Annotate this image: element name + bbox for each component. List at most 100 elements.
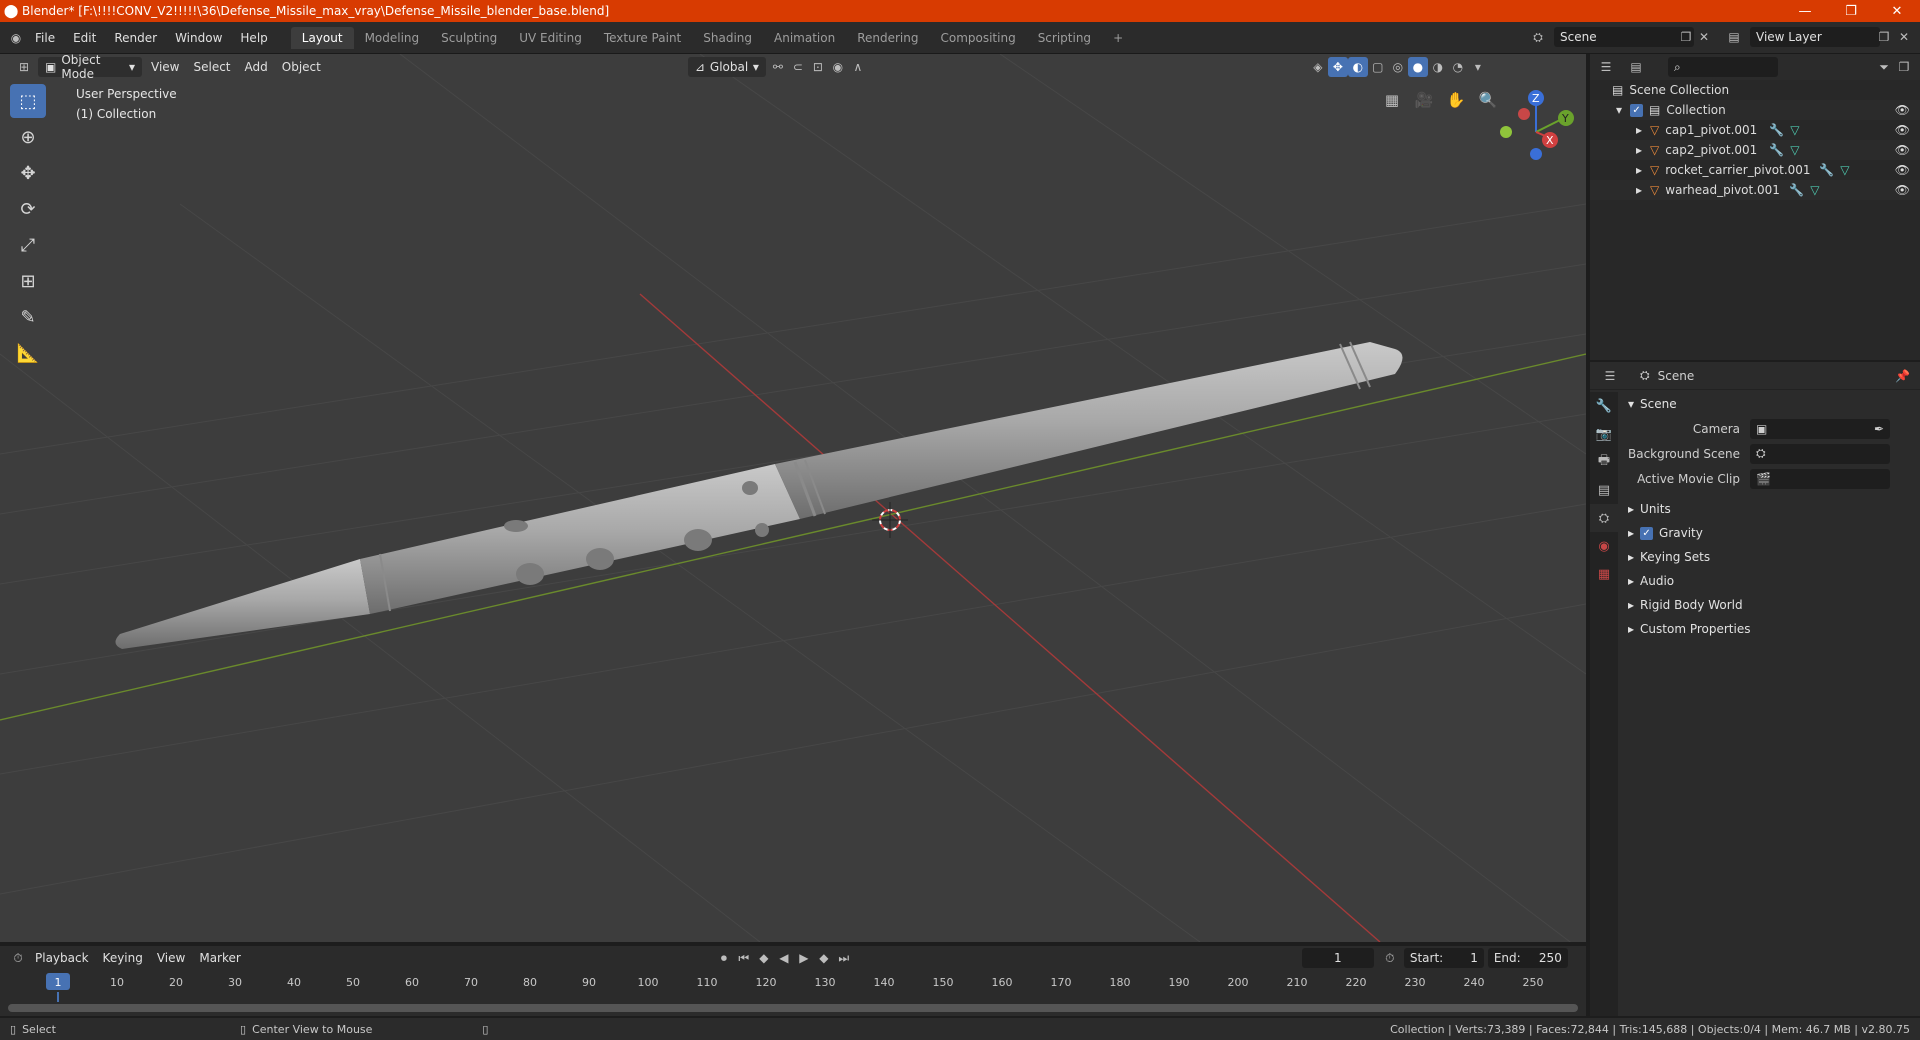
output-tab-icon[interactable]: 🖶 <box>1590 448 1618 476</box>
outliner-object[interactable]: ▸ ▽ cap2_pivot.001 🔧 ▽ 👁 <box>1590 140 1920 160</box>
vp-menu-add[interactable]: Add <box>238 60 275 74</box>
tab-texture-paint[interactable]: Texture Paint <box>593 27 692 49</box>
tab-compositing[interactable]: Compositing <box>929 27 1026 49</box>
expand-arrow-icon[interactable]: ▾ <box>1616 103 1622 117</box>
pivot-point-icon[interactable]: ⚯ <box>768 57 788 77</box>
minimize-button[interactable]: — <box>1782 0 1828 22</box>
world-tab-icon[interactable]: ◉ <box>1590 532 1618 560</box>
orientation-dropdown[interactable]: ⊿ Global ▾ <box>687 57 766 77</box>
annotate-tool-icon[interactable]: ✎ <box>10 300 46 334</box>
vp-menu-view[interactable]: View <box>144 60 186 74</box>
eye-icon[interactable]: 👁 <box>1895 183 1910 197</box>
record-icon[interactable]: ⏺ <box>714 948 734 968</box>
collection-checkbox[interactable]: ✓ <box>1630 103 1644 117</box>
tab-modeling[interactable]: Modeling <box>354 27 431 49</box>
tl-menu-marker[interactable]: Marker <box>192 951 247 965</box>
filter-icon[interactable]: ⏷ <box>1874 57 1894 77</box>
view-layer-icon[interactable]: ▤ <box>1724 27 1744 47</box>
tool-tab-icon[interactable]: 🔧 <box>1590 392 1618 420</box>
grid-view-icon[interactable]: ▦ <box>1378 86 1406 114</box>
play-icon[interactable]: ▶ <box>794 948 814 968</box>
proportional-edit-icon[interactable]: ◉ <box>828 57 848 77</box>
outliner-editor-icon[interactable]: ☰ <box>1596 57 1616 77</box>
move-tool-icon[interactable]: ✥ <box>10 156 46 190</box>
select-box-tool-icon[interactable]: ⬚ <box>10 84 46 118</box>
zoom-icon[interactable]: 🔍 <box>1474 86 1502 114</box>
remove-view-layer-icon[interactable]: ✕ <box>1894 27 1914 47</box>
jump-end-icon[interactable]: ⏭ <box>834 948 854 968</box>
outliner-object[interactable]: ▸ ▽ cap1_pivot.001 🔧 ▽ 👁 <box>1590 120 1920 140</box>
outliner-search-input[interactable]: ⌕ <box>1668 57 1778 77</box>
gizmo-toggle-icon[interactable]: ✥ <box>1327 57 1348 77</box>
overlays-icon[interactable]: ◐ <box>1347 57 1368 77</box>
eye-icon[interactable]: 👁 <box>1895 123 1910 137</box>
view-layer-tab-icon[interactable]: ▤ <box>1590 476 1618 504</box>
tl-menu-playback[interactable]: Playback <box>28 951 96 965</box>
properties-editor-icon[interactable]: ☰ <box>1600 366 1620 386</box>
timeline-ruler[interactable]: 1 10 20 30 40 50 60 70 80 90 100 110 120 130 140 150 160… <box>0 972 1586 992</box>
play-reverse-icon[interactable]: ◀ <box>774 948 794 968</box>
vp-menu-object[interactable]: Object <box>275 60 328 74</box>
new-collection-icon[interactable]: ❐ <box>1894 57 1914 77</box>
menu-help[interactable]: Help <box>231 27 276 49</box>
preview-range-icon[interactable]: ⏱ <box>1380 948 1400 968</box>
editor-type-icon[interactable]: ⊞ <box>10 57 38 77</box>
outliner-collection[interactable]: ▾ ✓ ▤ Collection 👁 <box>1590 100 1920 120</box>
cursor-tool-icon[interactable]: ⊕ <box>10 120 46 154</box>
shading-options-icon[interactable]: ▾ <box>1468 57 1488 77</box>
eye-icon[interactable]: 👁 <box>1895 103 1910 117</box>
camera-field[interactable]: ▣ ✒ <box>1750 418 1890 439</box>
tab-sculpting[interactable]: Sculpting <box>430 27 508 49</box>
tab-shading[interactable]: Shading <box>692 27 763 49</box>
menu-edit[interactable]: Edit <box>64 27 105 49</box>
jump-start-icon[interactable]: ⏮ <box>734 948 754 968</box>
gravity-panel-header[interactable]: ▸ ✓ Gravity <box>1620 521 1920 545</box>
solid-shading-icon[interactable]: ● <box>1407 57 1428 77</box>
outliner-object[interactable]: ▸ ▽ rocket_carrier_pivot.001 🔧 ▽ 👁 <box>1590 160 1920 180</box>
movie-clip-field[interactable]: 🎬 <box>1750 468 1890 489</box>
display-mode-icon[interactable]: ▤ <box>1626 57 1646 77</box>
menu-render[interactable]: Render <box>105 27 166 49</box>
tab-rendering[interactable]: Rendering <box>846 27 929 49</box>
end-frame-field[interactable]: End: 250 <box>1487 948 1568 968</box>
rendered-shading-icon[interactable]: ◔ <box>1448 57 1468 77</box>
pin-icon[interactable]: 📌 <box>1895 369 1910 383</box>
blender-menu-icon[interactable]: ◉ <box>6 28 26 48</box>
tab-scripting[interactable]: Scripting <box>1027 27 1102 49</box>
mode-dropdown[interactable]: ▣ Object Mode ▾ <box>38 53 142 81</box>
audio-panel-header[interactable]: ▸ Audio <box>1620 569 1920 593</box>
measure-tool-icon[interactable]: 📐 <box>10 336 46 370</box>
pan-hand-icon[interactable]: ✋ <box>1442 86 1470 114</box>
snap-target-icon[interactable]: ⊡ <box>808 57 828 77</box>
scene-selector-icon[interactable]: ⛭ <box>1528 27 1548 47</box>
new-scene-icon[interactable]: ❐ <box>1676 27 1696 47</box>
tl-menu-view[interactable]: View <box>150 951 192 965</box>
start-frame-field[interactable]: Start: 1 <box>1403 948 1484 968</box>
outliner-scene-collection[interactable]: ▤ Scene Collection <box>1590 80 1920 100</box>
add-workspace-button[interactable]: + <box>1102 27 1134 49</box>
expand-arrow-icon[interactable]: ▸ <box>1636 143 1642 157</box>
3d-viewport[interactable]: Z Y X <box>0 54 1586 942</box>
expand-arrow-icon[interactable]: ▸ <box>1636 183 1642 197</box>
keying-sets-panel-header[interactable]: ▸ Keying Sets <box>1620 545 1920 569</box>
expand-arrow-icon[interactable]: ▸ <box>1636 163 1642 177</box>
current-frame-field[interactable]: 1 <box>1301 948 1374 968</box>
missile-model[interactable] <box>115 341 1403 649</box>
scene-panel-header[interactable]: ▾ Scene <box>1620 392 1920 416</box>
prev-keyframe-icon[interactable]: ◆ <box>754 948 774 968</box>
custom-properties-panel-header[interactable]: ▸ Custom Properties <box>1620 617 1920 641</box>
menu-window[interactable]: Window <box>166 27 231 49</box>
scene-tab-icon[interactable]: ⛭ <box>1590 504 1618 532</box>
vp-menu-select[interactable]: Select <box>186 60 237 74</box>
eye-icon[interactable]: 👁 <box>1895 143 1910 157</box>
xray-icon[interactable]: ▢ <box>1368 57 1388 77</box>
tl-menu-keying[interactable]: Keying <box>96 951 150 965</box>
falloff-icon[interactable]: ∧ <box>848 57 868 77</box>
view-layer-field[interactable]: View Layer <box>1750 27 1880 47</box>
background-scene-field[interactable]: ⛭ <box>1750 443 1890 464</box>
snap-icon[interactable]: ⊂ <box>788 57 808 77</box>
material-shading-icon[interactable]: ◑ <box>1428 57 1448 77</box>
tab-animation[interactable]: Animation <box>763 27 846 49</box>
rotate-tool-icon[interactable]: ⟳ <box>10 192 46 226</box>
transform-tool-icon[interactable]: ⊞ <box>10 264 46 298</box>
